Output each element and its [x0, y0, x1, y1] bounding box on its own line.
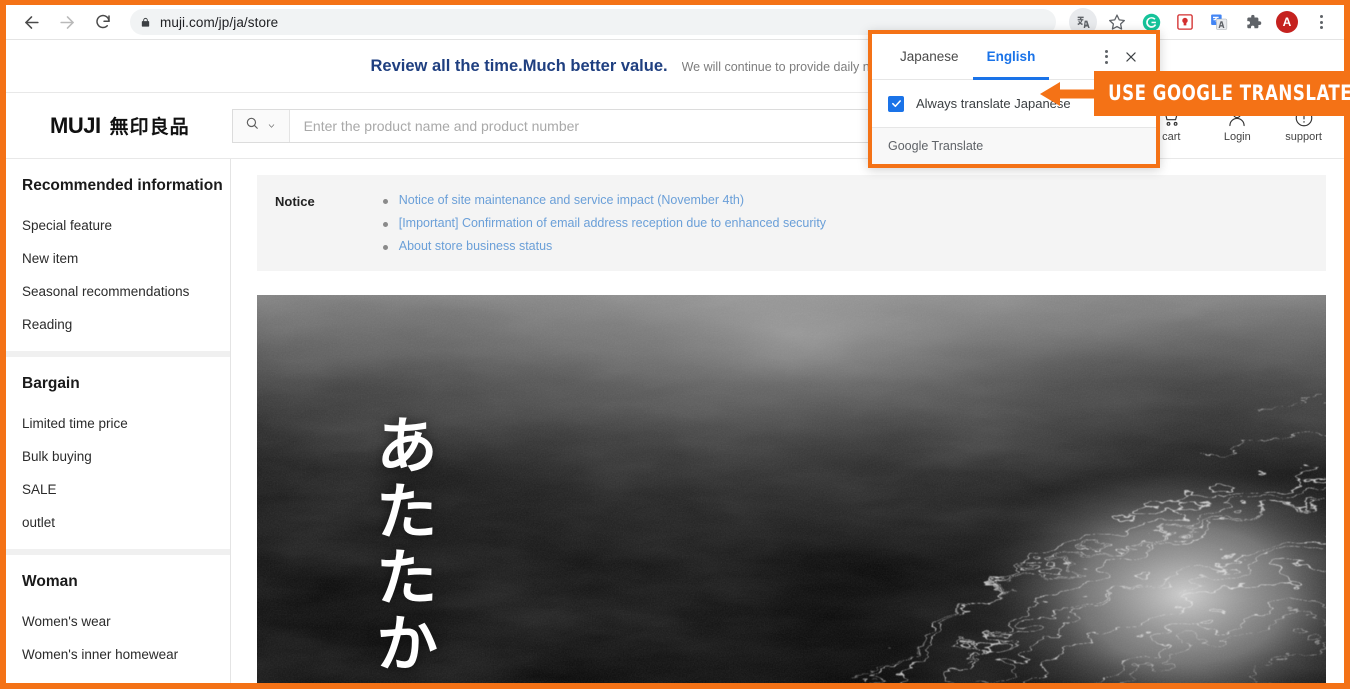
notice-panel: Notice Notice of site maintenance and se…	[257, 175, 1326, 271]
lock-icon	[140, 16, 151, 29]
page-highlight-frame-bottom	[0, 683, 1350, 689]
sidebar-item-womens-wear[interactable]: Women's wear	[22, 605, 230, 638]
reload-icon[interactable]	[88, 7, 118, 37]
notice-link-maintenance[interactable]: Notice of site maintenance and service i…	[382, 193, 826, 207]
sidebar-item-womens-inner-homewear[interactable]: Women's inner homewear	[22, 638, 230, 671]
notice-link-list: Notice of site maintenance and service i…	[382, 193, 826, 253]
chevron-down-icon	[266, 117, 277, 135]
avatar-letter: A	[1276, 11, 1298, 33]
hero-japanese-headline: あたたか	[364, 413, 438, 677]
three-dot-menu-icon[interactable]	[1307, 8, 1335, 36]
always-translate-checkbox[interactable]	[888, 95, 904, 112]
muji-logo[interactable]: MUJI 無印良品	[50, 112, 190, 139]
sidebar-item-new-item[interactable]: New item	[22, 242, 230, 275]
login-label: Login	[1223, 131, 1251, 143]
notice-link-store-status[interactable]: About store business status	[382, 239, 826, 253]
sidebar-group-title: Recommended information	[22, 177, 223, 194]
support-label: support	[1285, 131, 1322, 143]
logo-latin-text: MUJI	[50, 113, 101, 138]
logo-japanese-text: 無印良品	[109, 117, 190, 138]
back-arrow-icon[interactable]	[16, 7, 46, 37]
page-highlight-frame-top	[0, 0, 1350, 5]
address-bar-url: muji.com/jp/ja/store	[160, 14, 279, 30]
hero-banner[interactable]: あたたか	[257, 295, 1326, 683]
tab-japanese[interactable]: Japanese	[886, 34, 973, 79]
avatar[interactable]: A	[1273, 8, 1301, 36]
google-translate-extension-icon[interactable]	[1205, 8, 1233, 36]
sidebar-item-outlet[interactable]: outlet	[22, 506, 230, 539]
sidebar-item-reading[interactable]: Reading	[22, 308, 230, 341]
left-arrow-icon	[1040, 80, 1096, 113]
notice-label: Notice	[275, 194, 315, 209]
sidebar-navigation: Recommended information Special feature …	[6, 159, 231, 683]
page-body: Recommended information Special feature …	[6, 159, 1344, 683]
sidebar-group-bargain: Bargain Limited time price Bulk buying S…	[6, 351, 230, 549]
sidebar-group-title: Bargain	[22, 375, 80, 392]
google-translate-footer-label: Google Translate	[872, 127, 1156, 164]
sidebar-item-special-feature[interactable]: Special feature	[22, 209, 230, 242]
sidebar-group-title: Woman	[22, 573, 78, 590]
sidebar-item-sale[interactable]: SALE	[22, 473, 230, 506]
search-icon	[245, 116, 259, 135]
lastpass-extension-icon[interactable]	[1171, 8, 1199, 36]
promo-title: Review all the time.Much better value.	[370, 57, 668, 75]
tab-english[interactable]: English	[972, 34, 1050, 80]
sidebar-item-seasonal-recommendations[interactable]: Seasonal recommendations	[22, 275, 230, 308]
main-content: Notice Notice of site maintenance and se…	[231, 159, 1344, 683]
extensions-puzzle-icon[interactable]	[1239, 8, 1267, 36]
notice-link-email-confirmation[interactable]: [Important] Confirmation of email addres…	[382, 216, 826, 230]
sidebar-group-recommended: Recommended information Special feature …	[6, 159, 230, 351]
search-category-dropdown[interactable]	[232, 109, 290, 142]
forward-arrow-icon[interactable]	[52, 7, 82, 37]
page-highlight-frame-left	[0, 0, 6, 689]
sidebar-item-bulk-buying[interactable]: Bulk buying	[22, 440, 230, 473]
cart-label: cart	[1162, 131, 1181, 143]
sidebar-group-woman: Woman Women's wear Women's inner homewea…	[6, 549, 230, 681]
close-icon[interactable]	[1116, 50, 1142, 64]
three-dot-menu-icon[interactable]	[1097, 49, 1116, 64]
annotation-banner: USE GOOGLE TRANSLATE!	[1094, 71, 1350, 116]
sidebar-item-limited-time-price[interactable]: Limited time price	[22, 407, 230, 440]
